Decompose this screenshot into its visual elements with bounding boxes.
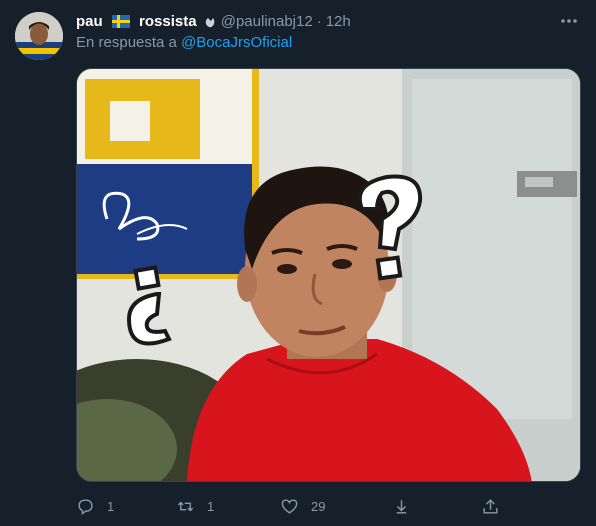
display-name[interactable]: pau rossista: [76, 13, 217, 30]
sweden-flag-icon: [111, 15, 130, 29]
avatar[interactable]: [15, 12, 63, 60]
retweet-count: 1: [207, 498, 215, 514]
retweet-icon: [177, 501, 194, 511]
tweet-actions: 1 1 29: [76, 492, 506, 520]
tweet-header: pau rossista @paulinabj12 · 12h: [76, 10, 586, 32]
download-button[interactable]: [392, 492, 411, 520]
reply-prefix: En respuesta a: [76, 34, 177, 51]
retweet-button[interactable]: 1: [176, 492, 214, 520]
reply-mention-link[interactable]: @BocaJrsOficial: [181, 34, 292, 51]
share-button[interactable]: [481, 492, 500, 520]
separator-dot: ·: [316, 12, 322, 30]
reply-count: 1: [107, 498, 115, 514]
tweet-timestamp[interactable]: 12h: [326, 13, 351, 30]
more-horizontal-icon[interactable]: [556, 10, 582, 32]
reply-icon: [78, 498, 93, 515]
heart-icon: [281, 498, 298, 514]
reply-context: En respuesta a @BocaJrsOficial: [76, 34, 292, 51]
reply-button[interactable]: 1: [76, 492, 114, 520]
download-icon: [396, 499, 407, 514]
like-button[interactable]: 29: [280, 492, 325, 520]
share-icon: [483, 498, 498, 514]
clapping-hand-icon: [205, 17, 215, 27]
user-handle[interactable]: @paulinabj12: [221, 13, 313, 30]
like-count: 29: [311, 498, 326, 514]
avatar-image: [15, 12, 63, 60]
tweet-media-image[interactable]: [76, 68, 581, 482]
